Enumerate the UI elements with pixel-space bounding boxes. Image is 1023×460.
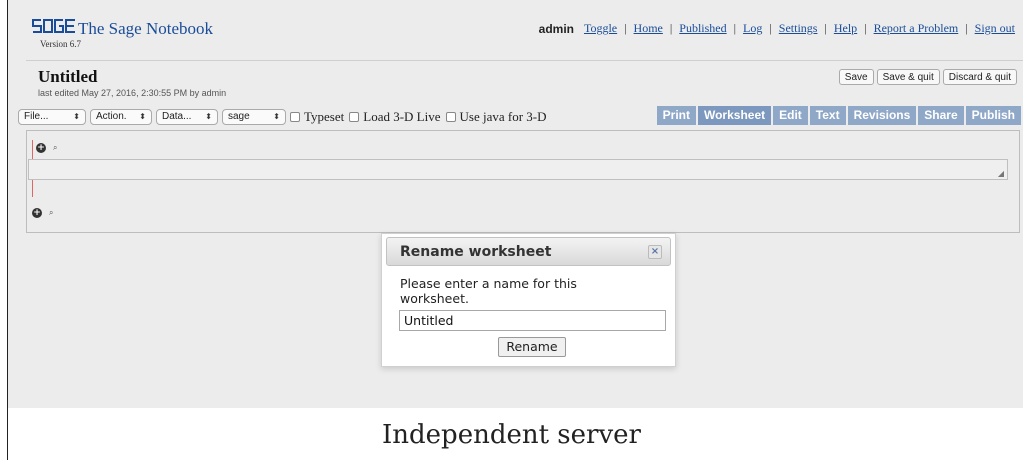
tab-publish[interactable]: Publish	[965, 106, 1021, 125]
nav-settings-link[interactable]: Settings	[779, 21, 818, 36]
insert-text-icon[interactable]: ⌕	[53, 143, 57, 153]
nav-log-link[interactable]: Log	[743, 21, 762, 36]
nav-report-problem-link[interactable]: Report a Problem	[874, 21, 959, 36]
worksheet-area: + ⌕ ◢ + ⌕	[26, 130, 1020, 233]
cell-input[interactable]: ◢	[28, 159, 1008, 180]
tab-share[interactable]: Share	[918, 106, 964, 125]
tab-print[interactable]: Print	[656, 106, 696, 125]
notebook-header: The Sage Notebook Version 6.7 admin Togg…	[8, 0, 1023, 58]
java3d-label: Use java for 3-D	[459, 109, 547, 124]
insert-text-icon[interactable]: ⌕	[49, 208, 53, 218]
caption: Independent server	[382, 420, 641, 450]
tab-worksheet[interactable]: Worksheet	[697, 106, 772, 125]
action-menu-label: Action.	[96, 111, 127, 122]
rename-worksheet-dialog: Rename worksheet × Please enter a name f…	[381, 233, 676, 367]
tab-edit[interactable]: Edit	[773, 106, 808, 125]
select-arrows-icon: ⬍	[273, 112, 280, 121]
insert-cell-icon[interactable]: +	[36, 143, 46, 153]
load3d-option: Load 3-D Live	[349, 109, 441, 125]
username: admin	[538, 21, 574, 36]
select-arrows-icon: ⬍	[205, 112, 212, 121]
discard-quit-button[interactable]: Discard & quit	[942, 69, 1017, 85]
user-nav: admin Toggle | Home | Published | Log | …	[539, 21, 1015, 36]
nav-separator: |	[769, 21, 772, 35]
load3d-checkbox[interactable]	[349, 112, 360, 122]
worksheet-actions: Save Save & quit Discard & quit	[838, 69, 1017, 85]
nav-help-link[interactable]: Help	[834, 21, 857, 36]
nav-separator: |	[669, 21, 673, 35]
nav-separator: |	[733, 21, 737, 35]
data-menu-label: Data...	[162, 111, 192, 122]
file-menu-select[interactable]: File... ⬍	[18, 109, 86, 125]
worksheet-controls: File... ⬍ Action. ⬍ Data... ⬍ sage ⬍ Typeset…	[18, 108, 552, 126]
java3d-option: Use java for 3-D	[445, 109, 547, 125]
dialog-title: Rename worksheet	[400, 244, 552, 260]
last-edited-label: last edited May 27, 2016, 2:30:55 PM by …	[38, 88, 227, 98]
nav-separator: |	[965, 21, 968, 35]
sage-logo[interactable]	[32, 17, 76, 37]
system-select-label: sage	[228, 111, 250, 122]
sage-notebook-window: The Sage Notebook Version 6.7 admin Togg…	[8, 0, 1023, 408]
select-arrows-icon: ⬍	[139, 112, 146, 121]
save-button[interactable]: Save	[838, 69, 874, 85]
nav-published-link[interactable]: Published	[679, 21, 726, 36]
version-label: Version 6.7	[40, 39, 81, 49]
nav-home-link[interactable]: Home	[634, 21, 663, 36]
insert-cell-icon[interactable]: +	[32, 208, 42, 218]
close-icon[interactable]: ×	[648, 245, 662, 259]
header-divider	[26, 60, 1023, 61]
nav-sign-out-link[interactable]: Sign out	[975, 21, 1015, 36]
nav-separator: |	[824, 21, 827, 35]
java3d-checkbox[interactable]	[445, 112, 456, 122]
system-select[interactable]: sage ⬍	[222, 109, 286, 125]
nav-separator: |	[864, 21, 867, 35]
data-menu-select[interactable]: Data... ⬍	[156, 109, 218, 125]
nav-toggle-link[interactable]: Toggle	[584, 21, 617, 36]
nav-separator: |	[624, 21, 627, 35]
tab-revisions[interactable]: Revisions	[847, 106, 917, 125]
dialog-message: Please enter a name for this worksheet.	[400, 276, 577, 306]
file-menu-label: File...	[24, 111, 49, 122]
load3d-label: Load 3-D Live	[363, 109, 441, 124]
worksheet-name-input[interactable]	[399, 310, 666, 331]
resize-grip-icon[interactable]: ◢	[998, 169, 1004, 178]
save-quit-button[interactable]: Save & quit	[876, 69, 940, 85]
typeset-checkbox[interactable]	[290, 112, 300, 122]
view-tabs: Print Worksheet Edit Text Revisions Shar…	[656, 106, 1021, 125]
typeset-label: Typeset	[304, 109, 345, 124]
typeset-option: Typeset	[290, 109, 344, 125]
select-arrows-icon: ⬍	[73, 112, 80, 121]
action-menu-select[interactable]: Action. ⬍	[90, 109, 152, 125]
app-name: The Sage Notebook	[78, 19, 214, 38]
worksheet-title[interactable]: Untitled	[38, 67, 98, 87]
rename-button[interactable]: Rename	[498, 337, 566, 357]
dialog-header[interactable]: Rename worksheet ×	[386, 237, 671, 266]
tab-text[interactable]: Text	[809, 106, 846, 125]
